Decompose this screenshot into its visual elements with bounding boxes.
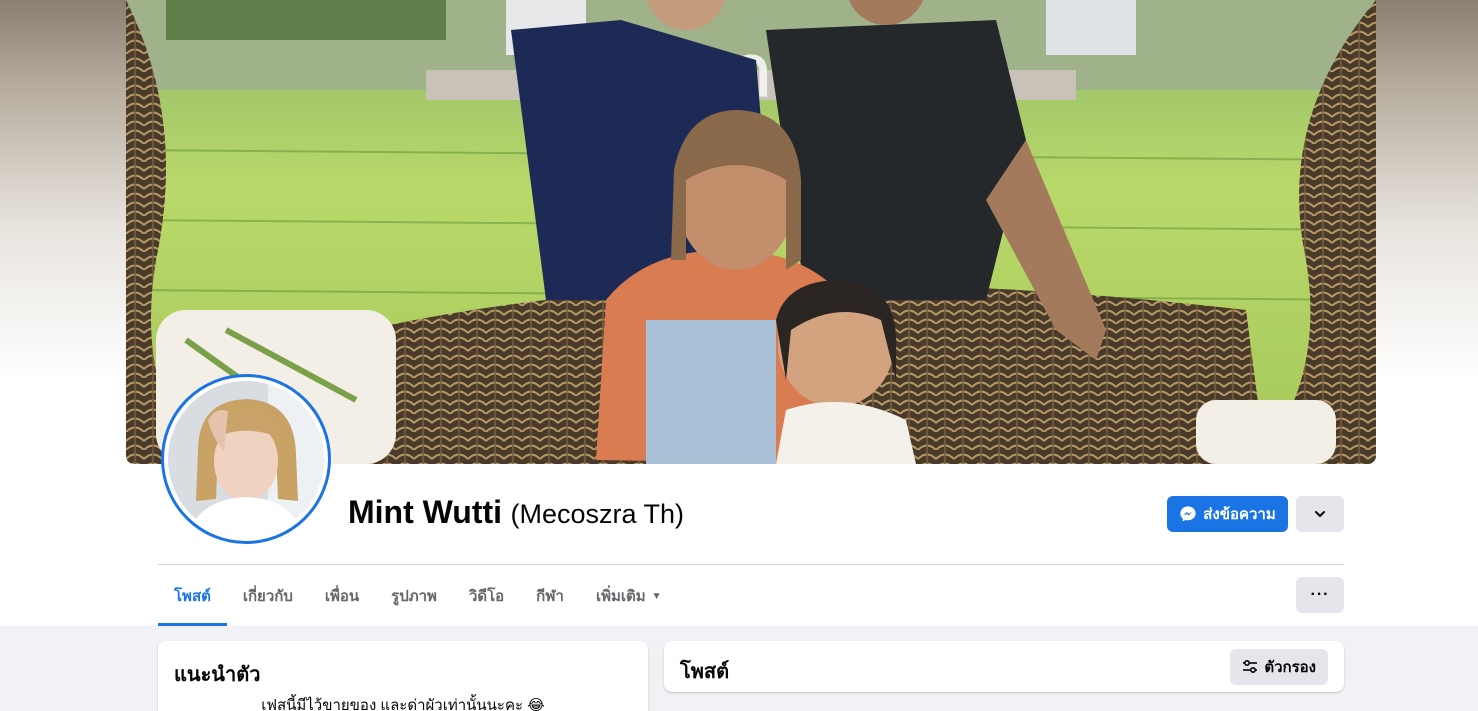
cover-photo[interactable]: ชุมชนเกษตร [126,0,1376,464]
send-message-label: ส่งข้อความ [1203,506,1276,523]
profile-options-button[interactable]: ··· [1296,577,1344,613]
intro-bio: เฟสนี้มีไว้ขายของ และด่าผัวเท่านั้นนะคะ … [261,697,545,711]
profile-name-alternate: (Mecoszra Th) [510,499,685,529]
profile-more-button[interactable] [1296,496,1344,532]
profile-name-main: Mint Wutti [348,494,503,530]
intro-title: แนะนำตัว [174,664,261,686]
profile-avatar[interactable] [161,374,331,544]
posts-card: โพสต์ ตัวกรอง [664,641,1344,692]
tab-videos[interactable]: วิดีโอ [453,566,520,626]
more-dots-icon: ··· [1310,586,1330,603]
sliders-icon [1243,659,1258,674]
header-divider [158,564,1344,565]
tab-friends[interactable]: เพื่อน [309,566,375,626]
send-message-button[interactable]: ส่งข้อความ [1167,496,1288,532]
tab-posts[interactable]: โพสต์ [158,566,227,626]
posts-title: โพสต์ [680,661,730,683]
tab-about[interactable]: เกี่ยวกับ [227,566,309,626]
intro-card: แนะนำตัว เฟสนี้มีไว้ขายของ และด่าผัวเท่า… [158,641,648,711]
profile-name: Mint Wutti (Mecoszra Th) [348,494,684,531]
tab-more[interactable]: เพิ่มเติม ▼ [580,566,678,626]
caret-down-icon: ▼ [651,590,662,602]
chevron-down-icon [1315,511,1325,517]
filter-label: ตัวกรอง [1264,659,1316,676]
tab-photos[interactable]: รูปภาพ [375,566,453,626]
profile-tabs: โพสต์ เกี่ยวกับ เพื่อน รูปภาพ วิดีโอ กีฬ… [158,566,678,626]
messenger-icon [1180,506,1196,522]
avatar-image [168,381,324,537]
profile-header: ชุมชนเกษตร [0,0,1478,626]
filter-button[interactable]: ตัวกรอง [1230,649,1328,685]
tab-sports[interactable]: กีฬา [520,566,580,626]
